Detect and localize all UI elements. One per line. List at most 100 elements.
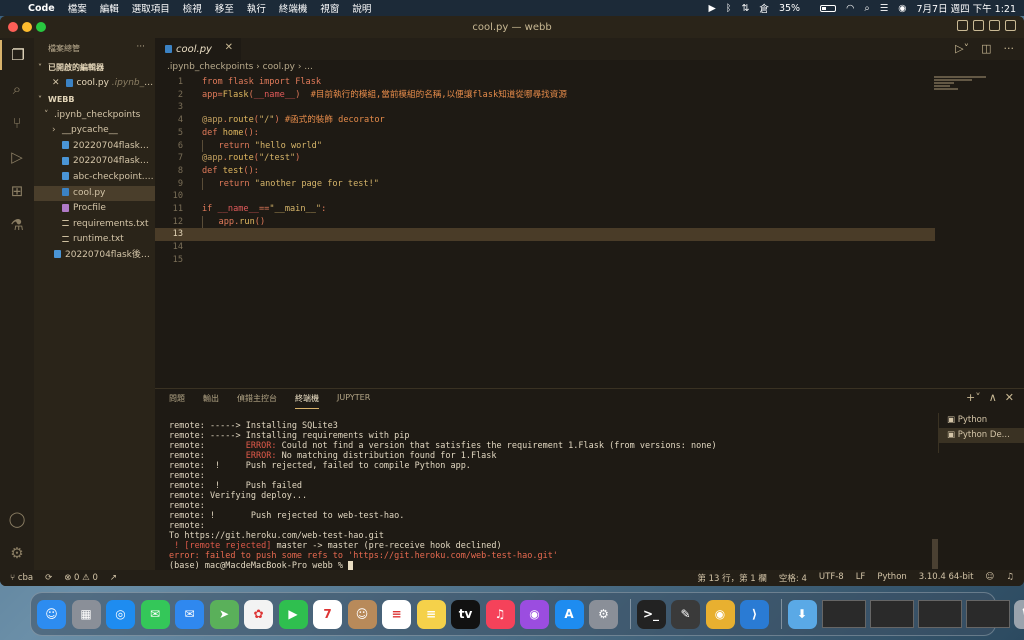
minimized-window-thumbnail[interactable] bbox=[918, 600, 962, 628]
tab-cool-py[interactable]: cool.py ✕ bbox=[155, 38, 241, 60]
bluetooth-icon[interactable]: ᛒ bbox=[726, 3, 732, 14]
file-tree-item[interactable]: 20220704flask後端... bbox=[34, 248, 155, 264]
downloads-folder-icon[interactable]: ⬇ bbox=[787, 599, 817, 629]
wifi-icon[interactable]: ◠ bbox=[846, 3, 854, 14]
language-mode[interactable]: Python bbox=[877, 572, 906, 584]
close-panel-icon[interactable]: ✕ bbox=[1005, 391, 1014, 404]
account-icon[interactable]: ◯ bbox=[0, 504, 34, 534]
breadcrumb[interactable]: .ipynb_checkpoints › cool.py › ... bbox=[167, 60, 313, 74]
terminal-output[interactable]: remote: -----> Installing SQLite3 remote:… bbox=[169, 421, 939, 571]
toggle-sidebar-icon[interactable] bbox=[973, 20, 984, 31]
terminal-instance[interactable]: ▣ Python De... bbox=[939, 428, 1024, 443]
vscode-icon[interactable]: ⟩ bbox=[740, 599, 769, 629]
code-line[interactable]: 10 bbox=[155, 190, 935, 203]
file-tree-item[interactable]: ˅ .ipynb_checkpoints bbox=[34, 108, 155, 124]
menu-item[interactable]: 移至 bbox=[215, 1, 234, 15]
search-icon[interactable]: ⌕ bbox=[864, 3, 869, 14]
messages-icon[interactable]: ✉ bbox=[140, 599, 170, 629]
code-line[interactable]: 9 return "another page for test!" bbox=[155, 177, 935, 191]
split-editor-icon[interactable]: ◫ bbox=[981, 42, 991, 55]
menu-item[interactable]: 說明 bbox=[352, 1, 371, 15]
zoom-window-button[interactable] bbox=[36, 22, 46, 32]
mail-icon[interactable]: ✉ bbox=[175, 599, 204, 629]
file-tree-item[interactable]: runtime.txt bbox=[34, 232, 155, 248]
notifications-icon[interactable]: ♫ bbox=[1006, 572, 1014, 584]
minimize-window-button[interactable] bbox=[22, 22, 32, 32]
settings-gear-icon[interactable]: ⚙ bbox=[0, 538, 34, 568]
menu-item[interactable]: 終端機 bbox=[279, 1, 308, 15]
layout-custom-icon[interactable] bbox=[957, 20, 968, 31]
maps-icon[interactable]: ➤ bbox=[209, 599, 239, 629]
signal-icon[interactable]: ⇅ bbox=[741, 3, 749, 14]
battery-percent[interactable]: 35% bbox=[779, 3, 800, 14]
extensions-icon[interactable]: ⊞ bbox=[0, 176, 34, 206]
run-python-icon[interactable]: ▷˅ bbox=[955, 42, 969, 55]
reminders-icon[interactable]: ≡ bbox=[382, 599, 411, 629]
code-line[interactable]: 7 @app.route("/test") bbox=[155, 152, 935, 165]
panel-tab[interactable]: 輸出 bbox=[203, 393, 219, 409]
run-debug-icon[interactable]: ▷ bbox=[0, 142, 34, 172]
indentation[interactable]: 空格: 4 bbox=[779, 572, 807, 584]
terminal-icon[interactable]: >_ bbox=[636, 599, 666, 629]
code-line[interactable]: 2 app=Flask(__name__) #目前執行的模組,當前模組的名稱,以便… bbox=[155, 89, 935, 102]
cursor-position[interactable]: 第 13 行，第 1 欄 bbox=[697, 572, 767, 584]
control-center-icon[interactable]: ☰ bbox=[880, 3, 889, 14]
file-tree-item[interactable]: › __pycache__ bbox=[34, 123, 155, 139]
python-interpreter[interactable]: 3.10.4 64-bit bbox=[919, 572, 974, 584]
panel-tab[interactable]: 問題 bbox=[169, 393, 185, 409]
menu-app-name[interactable]: Code bbox=[28, 3, 55, 14]
system-preferences-icon[interactable]: ⚙ bbox=[589, 599, 618, 629]
sync-icon[interactable]: ⟳ bbox=[45, 573, 52, 583]
app-store-icon[interactable]: A bbox=[554, 599, 584, 629]
code-line[interactable]: 11 if __name__=="__main__": bbox=[155, 203, 935, 216]
more-actions-icon[interactable]: ··· bbox=[136, 42, 145, 52]
source-control-icon[interactable]: ⑂ bbox=[0, 108, 34, 138]
close-icon[interactable]: ✕ bbox=[52, 78, 60, 88]
close-window-button[interactable] bbox=[8, 22, 18, 32]
file-tree-item[interactable]: requirements.txt bbox=[34, 217, 155, 233]
calendar-icon[interactable]: 7 bbox=[313, 599, 342, 629]
safari-icon[interactable]: ◎ bbox=[106, 599, 135, 629]
code-line[interactable]: 15 bbox=[155, 254, 935, 267]
minimized-window-thumbnail[interactable] bbox=[822, 600, 866, 628]
battery-icon[interactable] bbox=[810, 3, 837, 14]
facetime-icon[interactable]: ▶ bbox=[278, 599, 308, 629]
search-icon[interactable]: ⌕ bbox=[0, 74, 34, 104]
input-method-icon[interactable]: 倉 bbox=[759, 1, 769, 15]
code-line[interactable]: 4 @app.route("/") #函式的裝飾 decorator bbox=[155, 114, 935, 127]
anaconda-icon[interactable]: ✎ bbox=[671, 599, 700, 629]
trash-icon[interactable]: 🗑 bbox=[1014, 599, 1024, 629]
file-tree-item[interactable]: 20220704flask後端... bbox=[34, 139, 155, 155]
end-of-line[interactable]: LF bbox=[856, 572, 866, 584]
panel-tab[interactable]: 終端機 bbox=[295, 393, 319, 409]
terminal-scrollbar[interactable] bbox=[932, 539, 938, 569]
workspace-root-section[interactable]: ˅ WEBB bbox=[34, 92, 155, 108]
new-terminal-icon[interactable]: +˅ bbox=[966, 391, 981, 404]
contacts-icon[interactable]: ☺ bbox=[347, 599, 377, 629]
chrome-icon[interactable]: ◉ bbox=[705, 599, 735, 629]
finder-icon[interactable]: ☺ bbox=[37, 599, 66, 629]
open-editors-section[interactable]: ˅ 已開啟的編輯器 bbox=[34, 60, 155, 76]
minimized-window-thumbnail[interactable] bbox=[966, 600, 1010, 628]
problems-indicator[interactable]: ⊗ 0 ⚠ 0 bbox=[64, 573, 98, 583]
photos-icon[interactable]: ✿ bbox=[244, 599, 273, 629]
launchpad-icon[interactable]: ▦ bbox=[71, 599, 101, 629]
feedback-icon[interactable]: ☺ bbox=[986, 572, 995, 584]
branch-indicator[interactable]: ⑂ cba bbox=[10, 573, 33, 583]
testing-icon[interactable]: ⚗ bbox=[0, 210, 34, 240]
code-editor[interactable]: 1 from flask import Flask 2 app=Flask(__nam… bbox=[155, 74, 1024, 394]
code-line[interactable]: 12 app.run() bbox=[155, 215, 935, 229]
apple-tv-icon[interactable]: tv bbox=[451, 599, 480, 629]
menu-clock[interactable]: 7月7日 週四 下午 1:21 bbox=[917, 1, 1016, 15]
siri-icon[interactable]: ◉ bbox=[898, 3, 906, 14]
minimap[interactable] bbox=[934, 76, 994, 106]
minimized-window-thumbnail[interactable] bbox=[870, 600, 914, 628]
menu-item[interactable]: 編輯 bbox=[100, 1, 119, 15]
file-tree-item[interactable]: cool.py bbox=[34, 185, 155, 202]
file-tree-item[interactable]: Procfile bbox=[34, 201, 155, 217]
code-line[interactable]: 8 def test(): bbox=[155, 165, 935, 178]
close-tab-icon[interactable]: ✕ bbox=[225, 42, 233, 53]
code-line[interactable]: 6 return "hello world" bbox=[155, 139, 935, 153]
live-share-icon[interactable]: ↗ bbox=[110, 573, 117, 583]
menu-item[interactable]: 檔案 bbox=[68, 1, 87, 15]
